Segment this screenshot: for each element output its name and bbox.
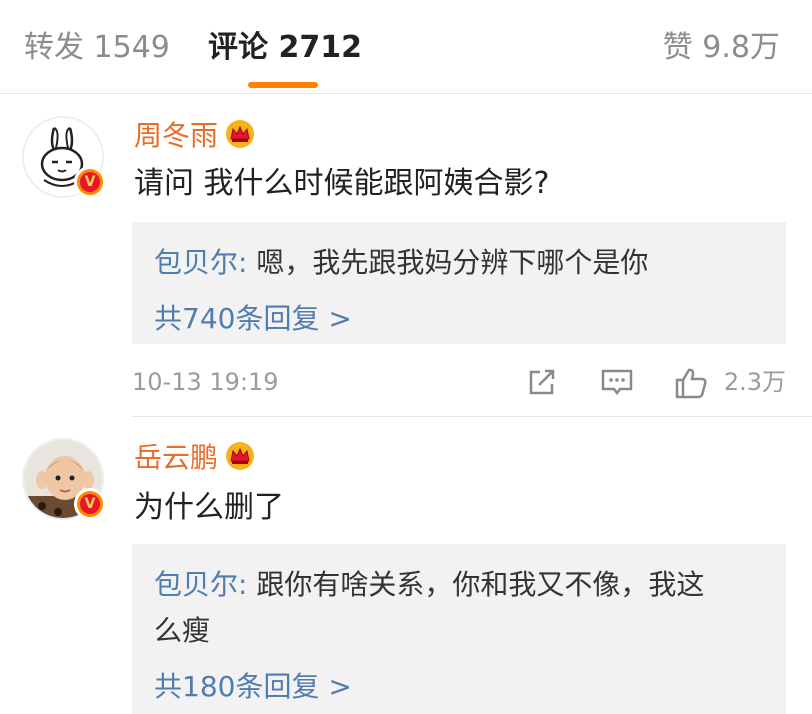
comment-username[interactable]: 周冬雨 [134,118,256,154]
reply-author[interactable]: 包贝尔: [154,568,247,601]
reply-preview[interactable]: 包贝尔: 嗯，我先跟我妈分辨下哪个是你 共740条回复 > [132,222,786,344]
username-text: 周冬雨 [134,119,219,152]
like-count: 2.3万 [723,368,786,396]
username-text: 岳云鹏 [134,441,219,474]
reply-preview[interactable]: 包贝尔: 跟你有啥关系，你和我又不像，我这 么瘦 共180条回复 > [132,544,786,714]
verified-badge-icon: V [74,166,106,198]
reply-text: 嗯，我先跟我妈分辨下哪个是你 [247,246,649,279]
reply-line: 包贝尔: 跟你有啥关系，你和我又不像，我这 [154,562,764,608]
view-replies-link[interactable]: 共740条回复 > [154,296,764,342]
reply-line-continued: 么瘦 [154,614,211,647]
tab-comments[interactable]: 评论 2712 [208,28,362,68]
comment-tabs: 转发 1549 评论 2712 赞 9.8万 [0,0,812,94]
comment-text: 为什么删了 [134,490,284,525]
view-replies-link[interactable]: 共180条回复 > [154,664,764,710]
avatar[interactable]: V [22,438,106,520]
verified-badge-icon: V [74,488,106,520]
crown-icon [226,442,255,470]
reply-line: 包贝尔: 嗯，我先跟我妈分辨下哪个是你 [154,240,764,286]
avatar[interactable]: V [22,116,106,198]
comment-text: 请问 我什么时候能跟阿姨合影? [134,166,550,201]
reply-text: 跟你有啥关系，你和我又不像，我这 [247,568,705,601]
comment-username[interactable]: 岳云鹏 [134,440,256,476]
divider [132,416,812,417]
share-icon[interactable] [526,366,558,398]
tab-repost[interactable]: 转发 1549 [24,28,170,68]
comment-icon[interactable] [600,366,634,398]
thumbs-up-icon[interactable] [674,366,708,400]
active-tab-indicator [248,82,318,88]
comment-time: 10-13 19:19 [132,368,279,396]
reply-author[interactable]: 包贝尔: [154,246,247,279]
comment-meta: 10-13 19:19 2.3万 [132,362,786,402]
crown-icon [226,120,255,148]
tab-likes[interactable]: 赞 9.8万 [663,28,780,68]
